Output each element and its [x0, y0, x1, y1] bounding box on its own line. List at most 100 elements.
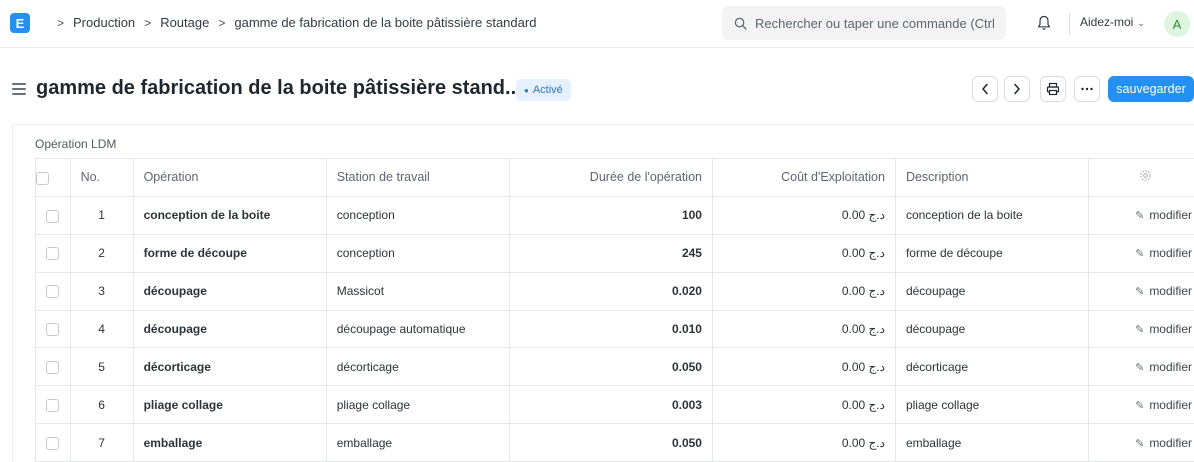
cost-cell: 0.00 د.ج	[711, 195, 896, 235]
operation-cell[interactable]: décorticage	[132, 347, 327, 387]
operation-cell[interactable]: découpage	[132, 271, 327, 311]
row-select-cell	[35, 271, 71, 311]
description-cell[interactable]: décorticage	[894, 347, 1090, 387]
row-checkbox[interactable]	[46, 247, 60, 261]
operation-cell[interactable]: découpage	[132, 309, 327, 349]
workstation-cell[interactable]: conception	[325, 233, 510, 273]
operation-cell[interactable]: conception de la boite	[132, 195, 327, 235]
avatar[interactable]: A	[1164, 11, 1190, 37]
edit-label: modifier	[1149, 435, 1192, 450]
section-label: Opération LDM	[35, 137, 117, 151]
help-dropdown[interactable]: Aidez-moi ⌄	[1080, 15, 1145, 29]
workstation-cell[interactable]: pliage collage	[325, 385, 510, 425]
edit-button[interactable]: ✎ modifier	[1135, 322, 1192, 336]
status-badge: ● Activé	[516, 79, 571, 101]
print-button[interactable]	[1040, 76, 1066, 102]
cost-cell: 0.00 د.ج	[711, 271, 896, 311]
edit-cell: ✎ modifier	[1088, 195, 1194, 235]
edit-button[interactable]: ✎ modifier	[1135, 398, 1192, 412]
duration-cell[interactable]: 0.003	[508, 385, 713, 425]
breadcrumb-routage[interactable]: Routage	[160, 15, 209, 30]
printer-icon	[1046, 82, 1060, 96]
row-checkbox[interactable]	[46, 361, 60, 375]
column-header-workstation: Station de travail	[325, 158, 510, 197]
breadcrumb: > Production > Routage > gamme de fabric…	[48, 15, 536, 30]
edit-button[interactable]: ✎ modifier	[1135, 360, 1192, 374]
description-cell[interactable]: conception de la boite	[894, 195, 1090, 235]
workstation-cell[interactable]: emballage	[325, 423, 510, 462]
more-options-button[interactable]	[1074, 76, 1100, 102]
row-number: 6	[69, 385, 134, 425]
duration-cell[interactable]: 245	[508, 233, 713, 273]
gear-icon[interactable]	[1139, 169, 1152, 182]
save-button[interactable]: sauvegarder	[1108, 76, 1194, 102]
row-checkbox[interactable]	[46, 398, 60, 412]
pencil-icon: ✎	[1135, 361, 1145, 374]
table-row[interactable]: 3 découpage Massicot 0.020 0.00 د.ج découpage…	[35, 271, 1194, 311]
cost-cell: 0.00 د.ج	[711, 347, 896, 387]
table-row[interactable]: 6 pliage collage pliage collage 0.003 0.00 د…	[35, 385, 1194, 425]
table-row[interactable]: 7 emballage emballage 0.050 0.00 د.ج emballag…	[35, 423, 1194, 462]
chevron-right-icon: >	[57, 15, 65, 30]
duration-cell[interactable]: 0.050	[508, 423, 713, 462]
pencil-icon: ✎	[1135, 248, 1145, 261]
operation-cell[interactable]: pliage collage	[132, 385, 327, 425]
row-checkbox[interactable]	[46, 436, 60, 450]
description-cell[interactable]: découpage	[894, 309, 1090, 349]
edit-cell: ✎ modifier	[1088, 347, 1194, 387]
column-header-operation: Opération	[132, 158, 327, 197]
edit-button[interactable]: ✎ modifier	[1135, 436, 1192, 450]
description-cell[interactable]: emballage	[894, 423, 1090, 462]
previous-button[interactable]	[972, 76, 998, 102]
description-cell[interactable]: pliage collage	[894, 385, 1090, 425]
column-header-no: No.	[69, 158, 134, 197]
next-button[interactable]	[1004, 76, 1030, 102]
duration-cell[interactable]: 0.010	[508, 309, 713, 349]
edit-button[interactable]: ✎ modifier	[1135, 208, 1192, 222]
edit-label: modifier	[1149, 359, 1192, 374]
description-cell[interactable]: découpage	[894, 271, 1090, 311]
row-select-cell	[35, 347, 71, 387]
sidebar-toggle-icon[interactable]	[12, 83, 26, 95]
edit-cell: ✎ modifier	[1088, 423, 1194, 462]
top-navbar: E > Production > Routage > gamme de fabr…	[0, 0, 1194, 48]
pencil-icon: ✎	[1135, 324, 1145, 336]
search-icon	[734, 17, 747, 30]
app-logo[interactable]: E	[10, 13, 30, 33]
operation-cell[interactable]: emballage	[132, 423, 327, 462]
select-all-checkbox[interactable]	[36, 171, 49, 185]
edit-label: modifier	[1149, 397, 1192, 412]
breadcrumb-production[interactable]: Production	[73, 15, 135, 30]
breadcrumb-current[interactable]: gamme de fabrication de la boite pâtissi…	[234, 15, 536, 30]
pencil-icon: ✎	[1135, 286, 1145, 299]
table-header-row: No. Opération Station de travail Durée d…	[35, 158, 1194, 197]
workstation-cell[interactable]: découpage automatique	[325, 309, 510, 349]
table-row[interactable]: 1 conception de la boite conception 100 0.00…	[35, 195, 1194, 235]
table-row[interactable]: 2 forme de découpe conception 245 0.00 د.ج fo…	[35, 233, 1194, 273]
row-checkbox[interactable]	[46, 285, 60, 299]
duration-cell[interactable]: 0.020	[508, 271, 713, 311]
edit-label: modifier	[1149, 246, 1192, 261]
workstation-cell[interactable]: décorticage	[325, 347, 510, 387]
edit-button[interactable]: ✎ modifier	[1135, 284, 1192, 298]
navbar-divider	[1069, 13, 1070, 35]
table-row[interactable]: 5 décorticage décorticage 0.050 0.00 د.ج déco…	[35, 347, 1194, 387]
row-checkbox[interactable]	[46, 323, 60, 337]
edit-button[interactable]: ✎ modifier	[1135, 246, 1192, 260]
chevron-right-icon: >	[144, 15, 152, 30]
workstation-cell[interactable]: conception	[325, 195, 510, 235]
workstation-cell[interactable]: Massicot	[325, 271, 510, 311]
edit-cell: ✎ modifier	[1088, 271, 1194, 311]
notification-bell-icon[interactable]	[1034, 13, 1054, 33]
column-settings-cell	[1088, 158, 1194, 197]
row-checkbox[interactable]	[46, 209, 60, 223]
select-all-cell	[35, 158, 71, 197]
row-number: 2	[69, 233, 134, 273]
description-cell[interactable]: forme de découpe	[894, 233, 1090, 273]
duration-cell[interactable]: 100	[508, 195, 713, 235]
chevron-right-icon	[1014, 83, 1020, 95]
duration-cell[interactable]: 0.050	[508, 347, 713, 387]
search-input[interactable]: Rechercher ou taper une commande (Ctrl	[722, 6, 1006, 40]
operation-cell[interactable]: forme de découpe	[132, 233, 327, 273]
table-row[interactable]: 4 découpage découpage automatique 0.010 0.00…	[35, 309, 1194, 349]
